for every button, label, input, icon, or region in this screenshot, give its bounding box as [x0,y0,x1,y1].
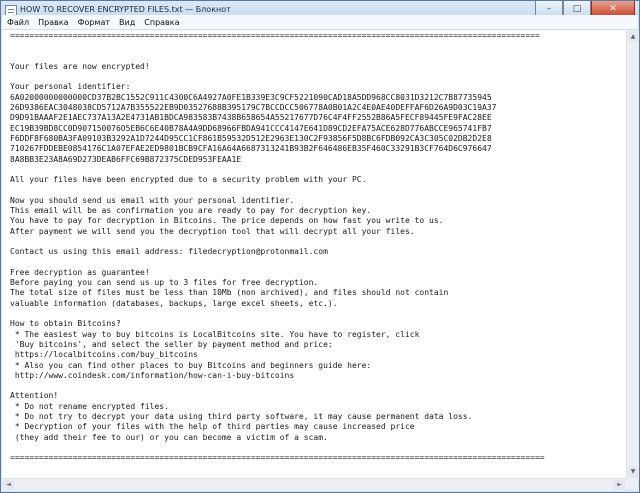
text-editor-area[interactable]: ========================================… [2,30,626,478]
notepad-window: HOW TO RECOVER ENCRYPTED FILES.txt — Бло… [0,0,640,493]
horizontal-scrollbar[interactable]: ◄ ► [2,478,626,491]
scroll-right-button[interactable]: ► [614,480,625,490]
vertical-scrollbar[interactable]: ▲ ▼ [626,30,639,478]
menu-help[interactable]: Справка [139,18,183,27]
scroll-up-button[interactable]: ▲ [628,31,638,42]
menu-edit[interactable]: Правка [33,18,72,27]
menu-view[interactable]: Вид [114,18,139,27]
scroll-left-button[interactable]: ◄ [3,480,14,490]
menu-format[interactable]: Формат [73,18,114,27]
scrollbar-corner [626,478,638,490]
window-title: HOW TO RECOVER ENCRYPTED FILES.txt — Бло… [20,5,231,14]
scroll-down-button[interactable]: ▼ [628,466,638,477]
ransom-note-text: ========================================… [10,31,545,463]
menu-bar: Файл Правка Формат Вид Справка [2,15,638,30]
menu-file[interactable]: Файл [2,18,33,27]
